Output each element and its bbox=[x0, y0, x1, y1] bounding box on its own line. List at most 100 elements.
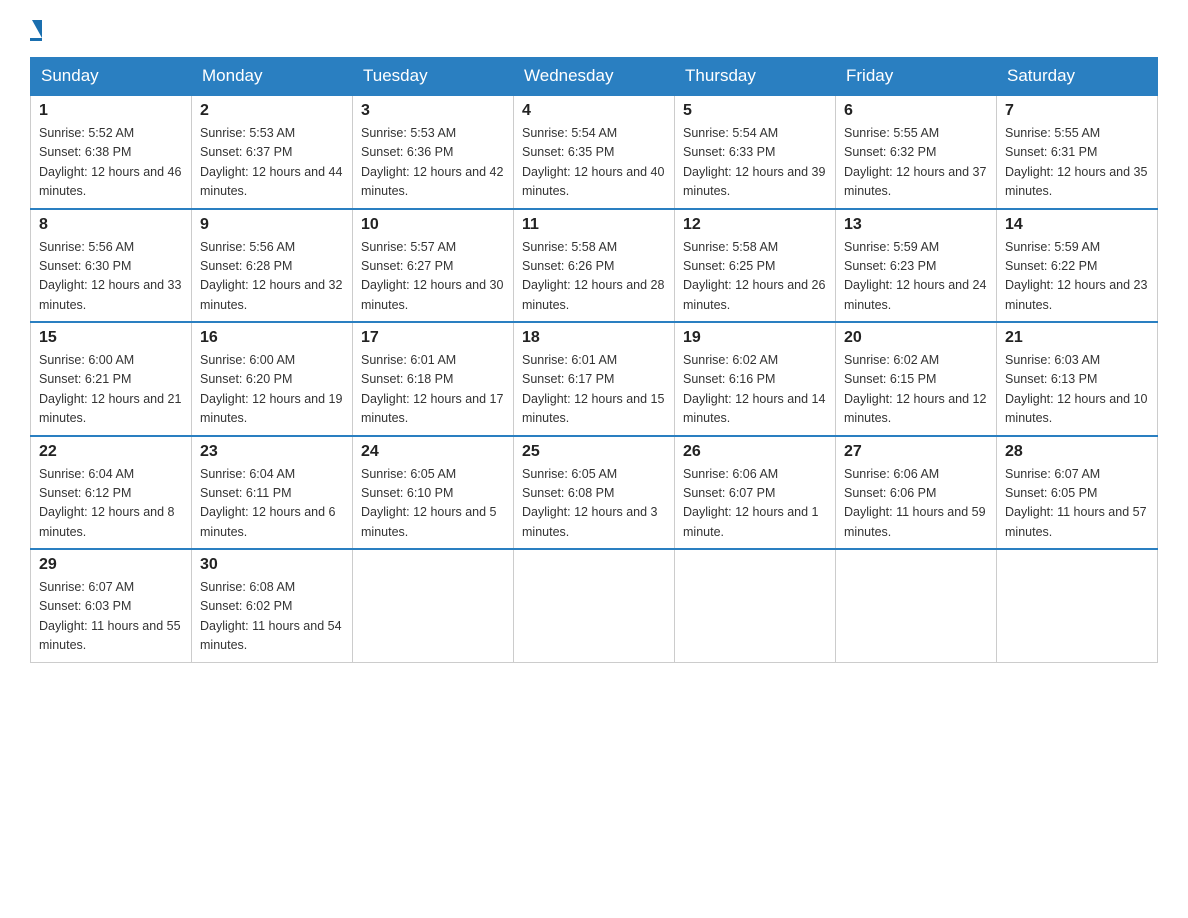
day-info: Sunrise: 6:05 AMSunset: 6:08 PMDaylight:… bbox=[522, 465, 666, 543]
day-cell: 22 Sunrise: 6:04 AMSunset: 6:12 PMDayligh… bbox=[31, 436, 192, 550]
day-info: Sunrise: 6:06 AMSunset: 6:06 PMDaylight:… bbox=[844, 465, 988, 543]
day-number: 27 bbox=[844, 443, 988, 461]
day-number: 18 bbox=[522, 329, 666, 347]
day-cell: 1Sunrise: 5:52 AMSunset: 6:38 PMDaylight… bbox=[31, 95, 192, 209]
day-number: 19 bbox=[683, 329, 827, 347]
day-cell: 13 Sunrise: 5:59 AMSunset: 6:23 PMDayligh… bbox=[836, 209, 997, 323]
day-number: 12 bbox=[683, 216, 827, 234]
day-info: Sunrise: 5:54 AMSunset: 6:35 PMDaylight:… bbox=[522, 124, 666, 202]
week-row-5: 29 Sunrise: 6:07 AMSunset: 6:03 PMDayligh… bbox=[31, 549, 1158, 662]
day-cell: 15 Sunrise: 6:00 AMSunset: 6:21 PMDayligh… bbox=[31, 322, 192, 436]
day-info: Sunrise: 5:59 AMSunset: 6:23 PMDaylight:… bbox=[844, 238, 988, 316]
day-number: 26 bbox=[683, 443, 827, 461]
logo-triangle-icon bbox=[32, 20, 42, 38]
header-row: SundayMondayTuesdayWednesdayThursdayFrid… bbox=[31, 58, 1158, 96]
header-friday: Friday bbox=[836, 58, 997, 96]
header-tuesday: Tuesday bbox=[353, 58, 514, 96]
day-number: 15 bbox=[39, 329, 183, 347]
day-number: 20 bbox=[844, 329, 988, 347]
day-info: Sunrise: 5:56 AMSunset: 6:28 PMDaylight:… bbox=[200, 238, 344, 316]
day-number: 14 bbox=[1005, 216, 1149, 234]
day-cell: 7Sunrise: 5:55 AMSunset: 6:31 PMDaylight… bbox=[997, 95, 1158, 209]
day-cell: 30 Sunrise: 6:08 AMSunset: 6:02 PMDayligh… bbox=[192, 549, 353, 662]
day-number: 6 bbox=[844, 102, 988, 120]
day-cell: 16Sunrise: 6:00 AMSunset: 6:20 PMDayligh… bbox=[192, 322, 353, 436]
day-cell: 2Sunrise: 5:53 AMSunset: 6:37 PMDaylight… bbox=[192, 95, 353, 209]
day-number: 17 bbox=[361, 329, 505, 347]
header-thursday: Thursday bbox=[675, 58, 836, 96]
day-cell: 9 Sunrise: 5:56 AMSunset: 6:28 PMDaylight… bbox=[192, 209, 353, 323]
day-info: Sunrise: 5:53 AMSunset: 6:36 PMDaylight:… bbox=[361, 124, 505, 202]
day-cell: 8 Sunrise: 5:56 AMSunset: 6:30 PMDaylight… bbox=[31, 209, 192, 323]
day-info: Sunrise: 6:02 AMSunset: 6:15 PMDaylight:… bbox=[844, 351, 988, 429]
day-info: Sunrise: 6:04 AMSunset: 6:11 PMDaylight:… bbox=[200, 465, 344, 543]
day-number: 3 bbox=[361, 102, 505, 120]
day-number: 11 bbox=[522, 216, 666, 234]
day-info: Sunrise: 6:08 AMSunset: 6:02 PMDaylight:… bbox=[200, 578, 344, 656]
day-cell: 19 Sunrise: 6:02 AMSunset: 6:16 PMDayligh… bbox=[675, 322, 836, 436]
week-row-4: 22 Sunrise: 6:04 AMSunset: 6:12 PMDayligh… bbox=[31, 436, 1158, 550]
logo-underline bbox=[30, 38, 42, 41]
week-row-2: 8 Sunrise: 5:56 AMSunset: 6:30 PMDaylight… bbox=[31, 209, 1158, 323]
day-number: 16 bbox=[200, 329, 344, 347]
day-info: Sunrise: 5:59 AMSunset: 6:22 PMDaylight:… bbox=[1005, 238, 1149, 316]
day-info: Sunrise: 5:58 AMSunset: 6:25 PMDaylight:… bbox=[683, 238, 827, 316]
day-info: Sunrise: 6:01 AMSunset: 6:18 PMDaylight:… bbox=[361, 351, 505, 429]
day-number: 5 bbox=[683, 102, 827, 120]
day-info: Sunrise: 6:06 AMSunset: 6:07 PMDaylight:… bbox=[683, 465, 827, 543]
day-number: 29 bbox=[39, 556, 183, 574]
day-cell: 26 Sunrise: 6:06 AMSunset: 6:07 PMDayligh… bbox=[675, 436, 836, 550]
header-saturday: Saturday bbox=[997, 58, 1158, 96]
day-cell: 10 Sunrise: 5:57 AMSunset: 6:27 PMDayligh… bbox=[353, 209, 514, 323]
week-row-3: 15 Sunrise: 6:00 AMSunset: 6:21 PMDayligh… bbox=[31, 322, 1158, 436]
day-number: 9 bbox=[200, 216, 344, 234]
day-info: Sunrise: 6:05 AMSunset: 6:10 PMDaylight:… bbox=[361, 465, 505, 543]
day-cell: 6 Sunrise: 5:55 AMSunset: 6:32 PMDaylight… bbox=[836, 95, 997, 209]
day-cell: 3 Sunrise: 5:53 AMSunset: 6:36 PMDaylight… bbox=[353, 95, 514, 209]
day-info: Sunrise: 5:55 AMSunset: 6:31 PMDaylight:… bbox=[1005, 124, 1149, 202]
day-info: Sunrise: 5:57 AMSunset: 6:27 PMDaylight:… bbox=[361, 238, 505, 316]
day-info: Sunrise: 6:07 AMSunset: 6:05 PMDaylight:… bbox=[1005, 465, 1149, 543]
day-number: 28 bbox=[1005, 443, 1149, 461]
day-cell: 24 Sunrise: 6:05 AMSunset: 6:10 PMDayligh… bbox=[353, 436, 514, 550]
day-info: Sunrise: 5:53 AMSunset: 6:37 PMDaylight:… bbox=[200, 124, 344, 202]
day-info: Sunrise: 6:00 AMSunset: 6:21 PMDaylight:… bbox=[39, 351, 183, 429]
day-cell: 21Sunrise: 6:03 AMSunset: 6:13 PMDayligh… bbox=[997, 322, 1158, 436]
day-number: 22 bbox=[39, 443, 183, 461]
day-number: 8 bbox=[39, 216, 183, 234]
day-info: Sunrise: 6:02 AMSunset: 6:16 PMDaylight:… bbox=[683, 351, 827, 429]
calendar-table: SundayMondayTuesdayWednesdayThursdayFrid… bbox=[30, 57, 1158, 663]
day-cell: 12 Sunrise: 5:58 AMSunset: 6:25 PMDayligh… bbox=[675, 209, 836, 323]
day-number: 23 bbox=[200, 443, 344, 461]
day-number: 30 bbox=[200, 556, 344, 574]
header-sunday: Sunday bbox=[31, 58, 192, 96]
day-info: Sunrise: 5:55 AMSunset: 6:32 PMDaylight:… bbox=[844, 124, 988, 202]
day-cell bbox=[675, 549, 836, 662]
day-cell: 18 Sunrise: 6:01 AMSunset: 6:17 PMDayligh… bbox=[514, 322, 675, 436]
day-info: Sunrise: 5:56 AMSunset: 6:30 PMDaylight:… bbox=[39, 238, 183, 316]
day-cell: 5 Sunrise: 5:54 AMSunset: 6:33 PMDaylight… bbox=[675, 95, 836, 209]
day-number: 10 bbox=[361, 216, 505, 234]
day-info: Sunrise: 6:04 AMSunset: 6:12 PMDaylight:… bbox=[39, 465, 183, 543]
day-number: 13 bbox=[844, 216, 988, 234]
day-info: Sunrise: 5:58 AMSunset: 6:26 PMDaylight:… bbox=[522, 238, 666, 316]
day-cell bbox=[836, 549, 997, 662]
day-cell: 28 Sunrise: 6:07 AMSunset: 6:05 PMDayligh… bbox=[997, 436, 1158, 550]
day-cell: 11 Sunrise: 5:58 AMSunset: 6:26 PMDayligh… bbox=[514, 209, 675, 323]
week-row-1: 1Sunrise: 5:52 AMSunset: 6:38 PMDaylight… bbox=[31, 95, 1158, 209]
day-cell: 29 Sunrise: 6:07 AMSunset: 6:03 PMDayligh… bbox=[31, 549, 192, 662]
day-number: 24 bbox=[361, 443, 505, 461]
logo bbox=[30, 20, 42, 41]
day-cell: 23 Sunrise: 6:04 AMSunset: 6:11 PMDayligh… bbox=[192, 436, 353, 550]
day-info: Sunrise: 6:01 AMSunset: 6:17 PMDaylight:… bbox=[522, 351, 666, 429]
day-number: 4 bbox=[522, 102, 666, 120]
day-cell bbox=[353, 549, 514, 662]
day-info: Sunrise: 6:07 AMSunset: 6:03 PMDaylight:… bbox=[39, 578, 183, 656]
day-number: 21 bbox=[1005, 329, 1149, 347]
day-info: Sunrise: 5:54 AMSunset: 6:33 PMDaylight:… bbox=[683, 124, 827, 202]
page-header bbox=[30, 20, 1158, 41]
day-cell: 27 Sunrise: 6:06 AMSunset: 6:06 PMDayligh… bbox=[836, 436, 997, 550]
day-number: 25 bbox=[522, 443, 666, 461]
day-cell: 4 Sunrise: 5:54 AMSunset: 6:35 PMDaylight… bbox=[514, 95, 675, 209]
day-cell: 17 Sunrise: 6:01 AMSunset: 6:18 PMDayligh… bbox=[353, 322, 514, 436]
